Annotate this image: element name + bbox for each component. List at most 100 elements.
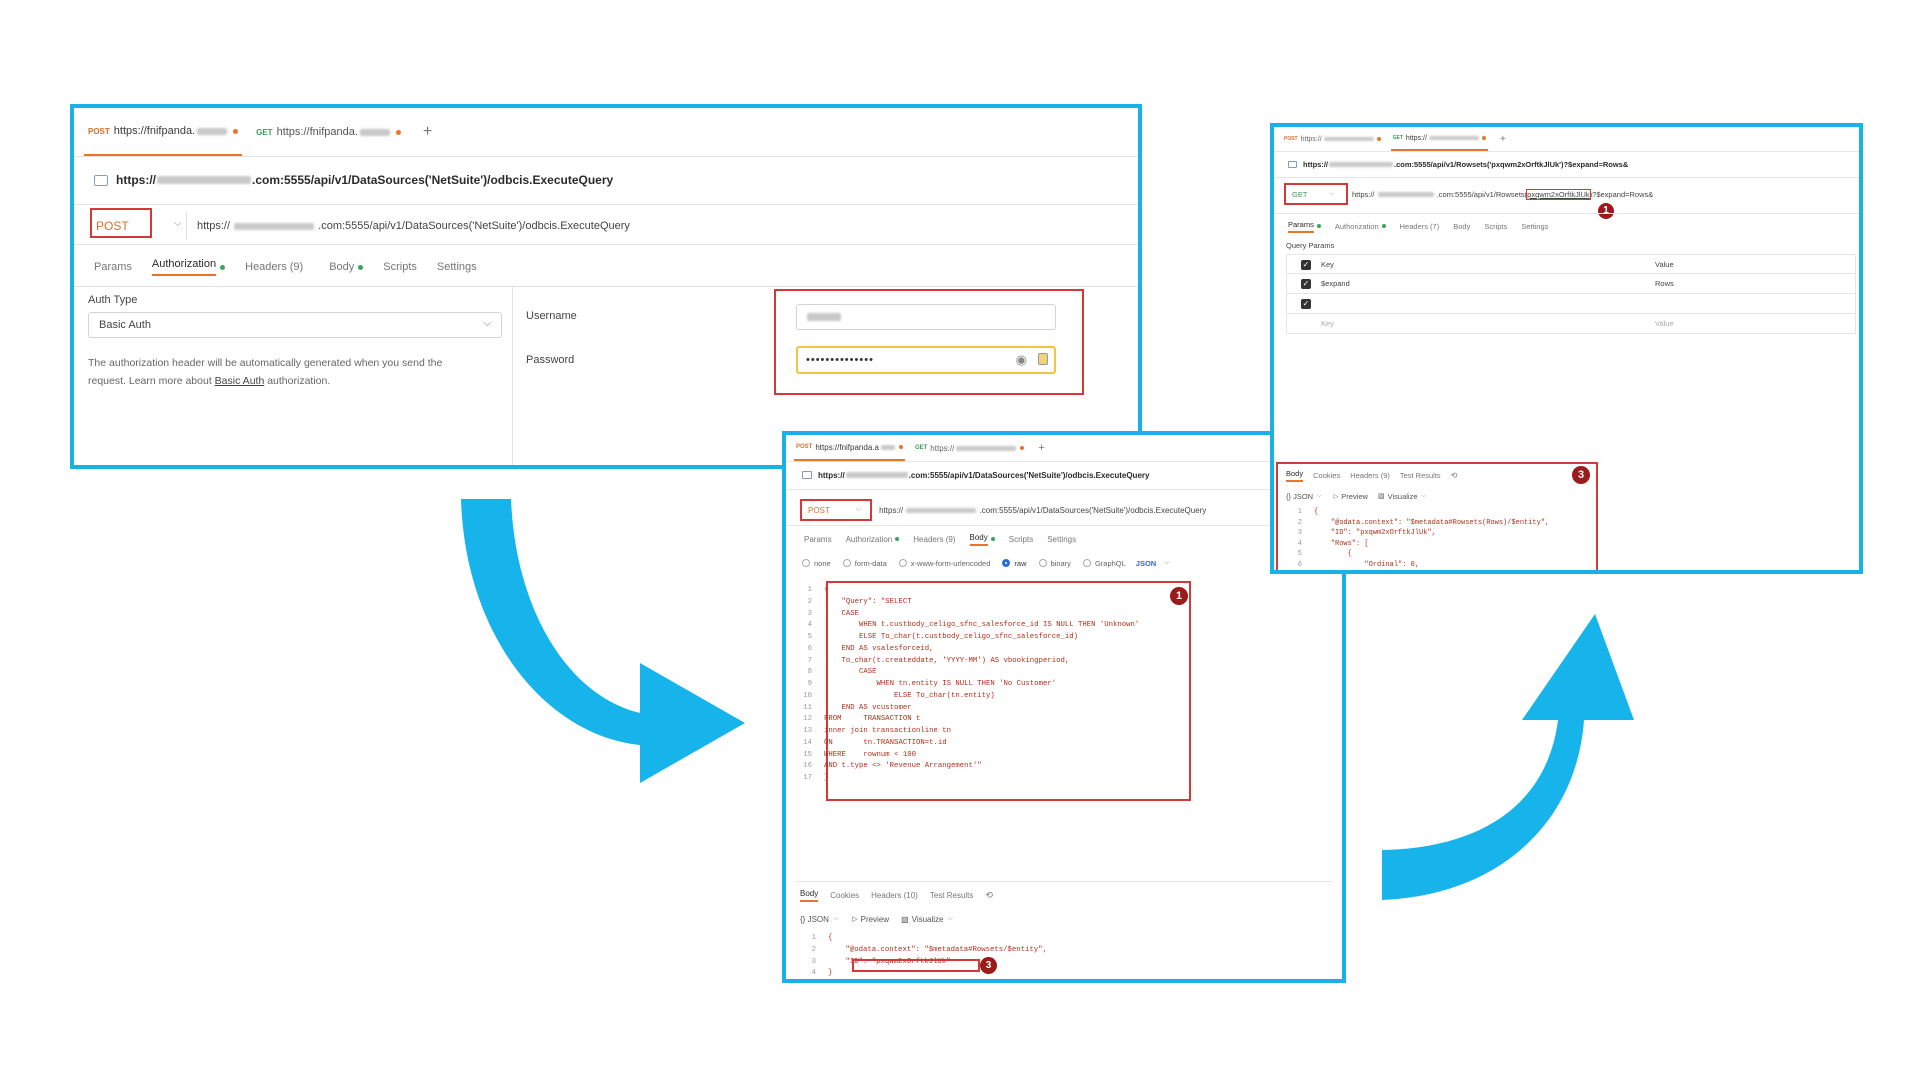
history-icon[interactable]: ⟲: [985, 890, 993, 901]
code-line: 2 "@odata.context": "$metadata#Rowsets/$…: [808, 945, 1047, 957]
url-bar: GET ⌵ https:// .com:5555/api/v1/Rowsets(…: [1292, 184, 1859, 204]
chevron-down-icon: ⌵: [947, 915, 953, 922]
url-input[interactable]: https:// .com:5555/api/v1/Rowsets(pxqwm2…: [1352, 188, 1653, 200]
tab-headers[interactable]: Headers (9): [245, 261, 303, 273]
radio-icon[interactable]: [1002, 559, 1011, 567]
radio-icon[interactable]: [842, 559, 851, 567]
redacted-text: [1323, 137, 1374, 141]
body-format-select[interactable]: JSON: [1136, 559, 1156, 568]
param-value[interactable]: Rows: [1655, 279, 1674, 288]
auth-type-value: Basic Auth: [99, 319, 151, 331]
tab-authorization[interactable]: Authorization: [846, 535, 893, 544]
body-type-none[interactable]: none: [814, 559, 831, 568]
code-text: "ID": "pxqwm2xOrftkJlUk",: [1314, 529, 1436, 537]
history-icon[interactable]: ⟲: [1451, 471, 1458, 480]
radio-icon[interactable]: [802, 559, 810, 567]
request-tab-get[interactable]: GET https://fnifpanda.: [252, 108, 405, 156]
unsaved-dot: [395, 129, 401, 135]
tab-body[interactable]: Body: [329, 261, 354, 273]
line-number: 1: [1297, 508, 1302, 516]
tab-body[interactable]: Body: [969, 533, 988, 546]
code-text: "Query": "SELECT: [824, 597, 912, 606]
params-value-header: Value: [1655, 259, 1674, 269]
body-type-urlencoded[interactable]: x-www-form-urlencoded: [911, 559, 991, 568]
code-text: To_char(t.createddate, 'YYYY-MM') AS vbo…: [824, 656, 1070, 665]
radio-icon[interactable]: [1038, 559, 1047, 567]
curved-arrow-down-right: [461, 499, 745, 783]
body-type-form-data[interactable]: form-data: [855, 559, 887, 568]
tab-scripts[interactable]: Scripts: [1484, 222, 1507, 231]
radio-icon[interactable]: [898, 559, 907, 567]
query-editor[interactable]: 1{2 "Query": "SELECT 3 CASE 4 WHEN t.custb…: [800, 585, 1139, 785]
radio-icon[interactable]: [1082, 559, 1091, 567]
plus-icon[interactable]: +: [1500, 134, 1506, 145]
tab-params[interactable]: Params: [804, 535, 832, 544]
plus-icon[interactable]: +: [1038, 442, 1044, 454]
response-tab-body[interactable]: Body: [800, 889, 819, 902]
basic-auth-link[interactable]: Basic Auth: [215, 375, 265, 387]
body-type-graphql[interactable]: GraphQL: [1095, 559, 1126, 568]
tab-scripts[interactable]: Scripts: [1009, 535, 1033, 544]
tab-body[interactable]: Body: [1453, 222, 1470, 231]
plus-icon[interactable]: +: [423, 123, 432, 141]
username-field[interactable]: [796, 304, 1056, 330]
lock-icon[interactable]: [1038, 353, 1048, 365]
param-value-placeholder[interactable]: Value: [1655, 319, 1674, 328]
check-icon[interactable]: ✓: [1301, 299, 1311, 309]
eye-icon[interactable]: ◉: [1016, 352, 1028, 368]
method-label[interactable]: GET: [1292, 190, 1307, 199]
tab-authorization[interactable]: Authorization: [1335, 222, 1379, 231]
response-tab-test-results[interactable]: Test Results: [1400, 471, 1441, 480]
response-format-select[interactable]: {} JSON: [1286, 492, 1313, 501]
response-tab-body[interactable]: Body: [1286, 469, 1304, 482]
request-tab-post[interactable]: POST https://fnifpanda.a: [794, 435, 905, 461]
tab-method: GET: [256, 127, 273, 137]
username-label: Username: [526, 310, 577, 322]
tab-settings[interactable]: Settings: [1521, 222, 1548, 231]
code-text: ELSE To_char(tn.entity): [824, 691, 995, 700]
request-subtabs: Params Authorization Headers (7) Body Sc…: [1288, 219, 1548, 233]
tab-params[interactable]: Params: [94, 261, 132, 273]
auth-note-line-2-end: authorization.: [264, 375, 331, 387]
response-tab-headers[interactable]: Headers (9): [1350, 471, 1390, 480]
tab-headers[interactable]: Headers (7): [1400, 222, 1440, 231]
request-tab-post[interactable]: POST https://: [1282, 127, 1383, 151]
code-text: {: [1314, 550, 1352, 558]
request-tab-post[interactable]: POST https://fnifpanda.: [84, 108, 243, 156]
param-key-placeholder[interactable]: Key: [1321, 319, 1334, 328]
auth-type-select[interactable]: Basic Auth ⌵: [88, 312, 502, 338]
visualize-button[interactable]: Visualize: [1388, 492, 1418, 501]
body-type-binary[interactable]: binary: [1051, 559, 1071, 568]
response-tab-cookies[interactable]: Cookies: [1313, 471, 1340, 480]
url-input[interactable]: https:// .com:5555/api/v1/DataSources('N…: [879, 506, 1206, 515]
tab-settings[interactable]: Settings: [1047, 535, 1076, 544]
tab-settings[interactable]: Settings: [437, 261, 477, 273]
preview-button[interactable]: Preview: [1341, 492, 1368, 501]
tab-authorization[interactable]: Authorization: [151, 258, 217, 276]
chevron-down-icon: ⌵: [483, 318, 491, 329]
check-icon[interactable]: ✓: [1301, 260, 1311, 270]
request-tab-get[interactable]: GET https://: [913, 435, 1026, 461]
preview-button[interactable]: Preview: [861, 915, 889, 924]
response-tab-cookies[interactable]: Cookies: [830, 891, 859, 900]
check-icon[interactable]: ✓: [1301, 279, 1311, 289]
response-format-select[interactable]: {} JSON: [800, 915, 829, 924]
visualize-button[interactable]: Visualize: [912, 915, 944, 924]
tab-scripts[interactable]: Scripts: [383, 261, 417, 273]
method-label[interactable]: POST: [808, 506, 830, 515]
response-tab-headers[interactable]: Headers (10): [871, 891, 918, 900]
request-tab-get[interactable]: GET https://: [1390, 127, 1488, 151]
tab-params[interactable]: Params: [1288, 220, 1314, 233]
tab-headers[interactable]: Headers (9): [913, 535, 955, 544]
code-line: 2 "Query": "SELECT: [800, 597, 1139, 609]
password-field[interactable]: •••••••••••••• ◉: [796, 346, 1056, 374]
step-badge-1: 1: [1598, 203, 1614, 219]
step-badge-1: 1: [1170, 587, 1188, 605]
tab-method: POST: [796, 444, 813, 450]
response-tab-test-results[interactable]: Test Results: [930, 891, 974, 900]
line-number: 16: [803, 762, 812, 771]
url-input[interactable]: https:// .com:5555/api/v1/DataSources('N…: [197, 220, 630, 232]
param-key[interactable]: $expand: [1321, 279, 1350, 288]
body-type-raw[interactable]: raw: [1014, 559, 1026, 568]
redacted-text: [197, 127, 228, 135]
